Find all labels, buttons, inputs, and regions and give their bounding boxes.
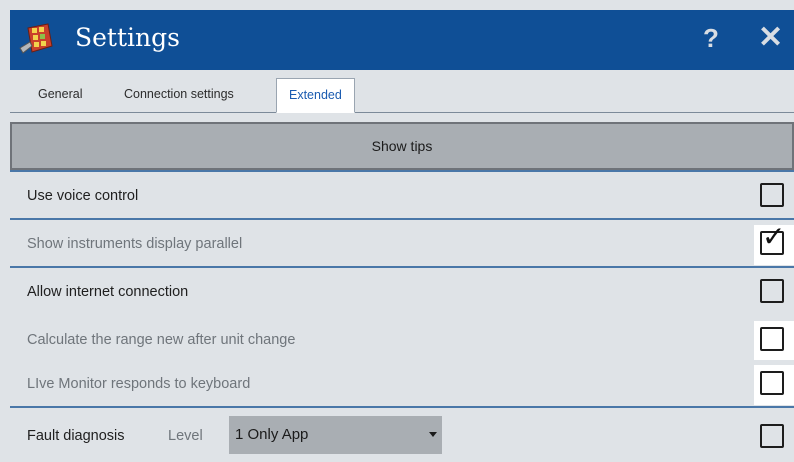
title-bar: Settings ? ✕ [10,10,794,70]
option-row-internet: Allow internet connection [10,268,794,316]
level-select-value: 1 Only App [235,426,309,443]
option-row-live-monitor: LIve Monitor responds to keyboard [10,360,794,408]
option-row-voice-control: Use voice control [10,172,794,220]
tab-extended[interactable]: Extended [276,78,355,113]
settings-app-icon [19,23,53,54]
show-tips-button[interactable]: Show tips [10,122,794,170]
option-row-range-recalc: Calculate the range new after unit chang… [10,316,794,364]
voice-control-checkbox[interactable] [760,183,784,207]
chevron-down-icon [429,432,437,437]
option-label: LIve Monitor responds to keyboard [27,376,251,392]
divider [10,406,794,408]
internet-connection-checkbox[interactable] [760,279,784,303]
level-label: Level [168,428,203,444]
fault-diagnosis-checkbox[interactable] [760,424,784,448]
close-button[interactable]: ✕ [758,20,783,55]
option-label: Fault diagnosis [27,428,125,444]
level-select[interactable]: 1 Only App [229,416,442,454]
window-title: Settings [75,23,180,52]
option-label: Use voice control [27,188,139,204]
option-row-instruments-parallel: Show instruments display parallel ✓ [10,220,794,268]
option-row-fault-diagnosis: Fault diagnosis Level 1 Only App [10,410,794,462]
checkmark-icon: ✓ [762,220,786,253]
option-label: Allow internet connection [27,284,189,300]
help-button[interactable]: ? [703,23,719,54]
range-recalc-checkbox[interactable] [760,327,784,351]
live-monitor-checkbox[interactable] [760,371,784,395]
tab-bar: General Connection settings Extended [10,70,794,113]
option-label: Calculate the range new after unit chang… [27,332,296,348]
option-label: Show instruments display parallel [27,236,243,252]
tab-general[interactable]: General [26,78,94,111]
tab-connection-settings[interactable]: Connection settings [112,78,246,111]
